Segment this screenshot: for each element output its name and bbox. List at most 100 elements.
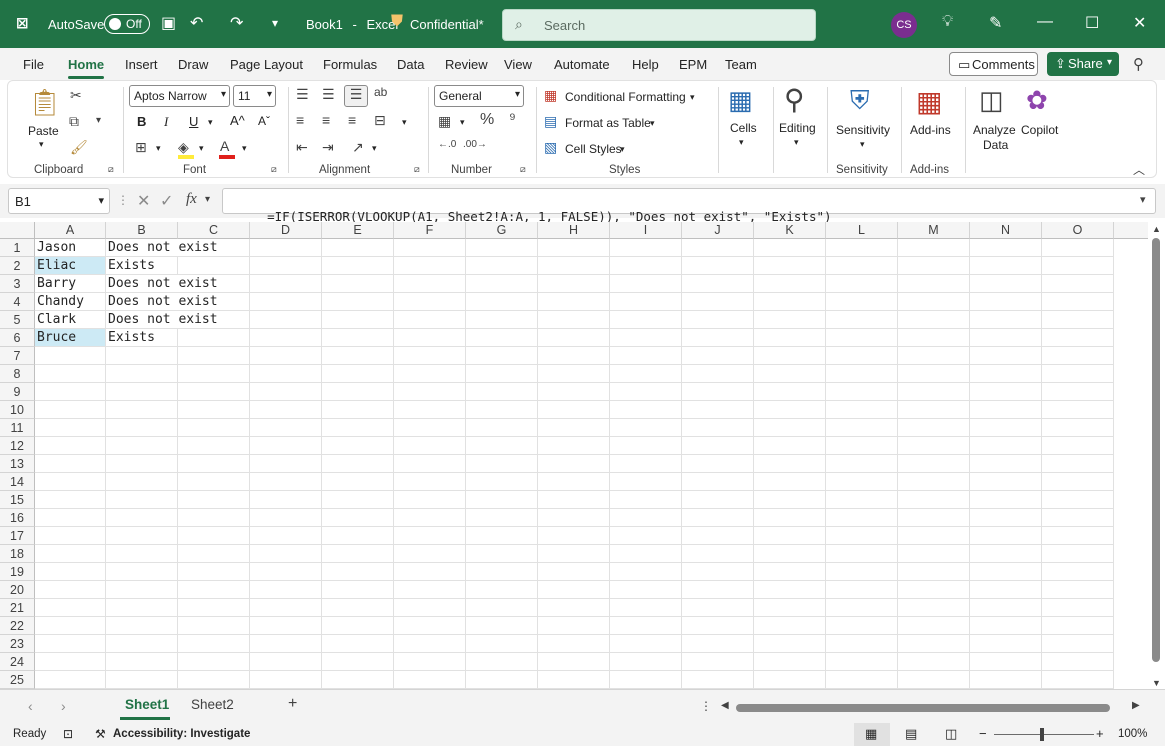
- cell-b14[interactable]: [106, 473, 178, 491]
- format-as-table-icon[interactable]: ▤: [544, 113, 557, 130]
- font-name-select[interactable]: Aptos Narrow ▾: [129, 85, 230, 107]
- tab-epm[interactable]: EPM: [679, 57, 707, 72]
- decrease-font-icon[interactable]: Aˇ: [258, 114, 270, 128]
- cell-o13[interactable]: [1042, 455, 1114, 473]
- cell-l16[interactable]: [826, 509, 898, 527]
- cell-i5[interactable]: [610, 311, 682, 329]
- row-header-11[interactable]: 11: [0, 419, 35, 437]
- row-header-12[interactable]: 12: [0, 437, 35, 455]
- cell-e4[interactable]: [322, 293, 394, 311]
- cell-k13[interactable]: [754, 455, 826, 473]
- cell-h6[interactable]: [538, 329, 610, 347]
- merge-chevron-icon[interactable]: ▾: [402, 117, 407, 128]
- chevron-down-icon[interactable]: ▾: [690, 92, 695, 103]
- cell-g6[interactable]: [466, 329, 538, 347]
- cell-o25[interactable]: [1042, 671, 1114, 689]
- percent-style-icon[interactable]: %: [480, 111, 494, 129]
- cell-i14[interactable]: [610, 473, 682, 491]
- cell-h19[interactable]: [538, 563, 610, 581]
- cell-l3[interactable]: [826, 275, 898, 293]
- cell-k8[interactable]: [754, 365, 826, 383]
- cell-d24[interactable]: [250, 653, 322, 671]
- cell-b9[interactable]: [106, 383, 178, 401]
- cell-f13[interactable]: [394, 455, 466, 473]
- cell-k10[interactable]: [754, 401, 826, 419]
- cells-icon[interactable]: ▦: [728, 85, 753, 116]
- cell-e15[interactable]: [322, 491, 394, 509]
- cell-l14[interactable]: [826, 473, 898, 491]
- cell-n23[interactable]: [970, 635, 1042, 653]
- cell-l7[interactable]: [826, 347, 898, 365]
- cell-d4[interactable]: [250, 293, 322, 311]
- cell-d3[interactable]: [250, 275, 322, 293]
- cell-l21[interactable]: [826, 599, 898, 617]
- cell-g3[interactable]: [466, 275, 538, 293]
- number-launcher-icon[interactable]: ⧄: [520, 164, 526, 175]
- cell-i7[interactable]: [610, 347, 682, 365]
- chevron-down-icon[interactable]: ▾: [620, 144, 625, 155]
- cell-a17[interactable]: [35, 527, 106, 545]
- cell-n11[interactable]: [970, 419, 1042, 437]
- undo-icon[interactable]: ↶: [190, 13, 203, 33]
- cell-g10[interactable]: [466, 401, 538, 419]
- cell-b16[interactable]: [106, 509, 178, 527]
- tab-automate[interactable]: Automate: [554, 57, 610, 72]
- cell-a6[interactable]: Bruce: [35, 329, 106, 347]
- cell-a20[interactable]: [35, 581, 106, 599]
- cell-d21[interactable]: [250, 599, 322, 617]
- column-header-g[interactable]: G: [466, 222, 538, 239]
- column-header-a[interactable]: A: [35, 222, 106, 239]
- row-header-7[interactable]: 7: [0, 347, 35, 365]
- row-header-8[interactable]: 8: [0, 365, 35, 383]
- cell-k21[interactable]: [754, 599, 826, 617]
- cell-c13[interactable]: [178, 455, 250, 473]
- cell-k9[interactable]: [754, 383, 826, 401]
- cell-l22[interactable]: [826, 617, 898, 635]
- cell-m8[interactable]: [898, 365, 970, 383]
- add-ins-icon[interactable]: ▦: [916, 85, 942, 118]
- cell-d15[interactable]: [250, 491, 322, 509]
- cell-f12[interactable]: [394, 437, 466, 455]
- cell-o3[interactable]: [1042, 275, 1114, 293]
- cell-c15[interactable]: [178, 491, 250, 509]
- cell-d22[interactable]: [250, 617, 322, 635]
- wrap-text-icon[interactable]: ab: [374, 85, 387, 99]
- cell-n22[interactable]: [970, 617, 1042, 635]
- cell-g23[interactable]: [466, 635, 538, 653]
- cell-e8[interactable]: [322, 365, 394, 383]
- cell-h24[interactable]: [538, 653, 610, 671]
- cell-e23[interactable]: [322, 635, 394, 653]
- cell-h3[interactable]: [538, 275, 610, 293]
- cell-b4[interactable]: Does not exist: [106, 293, 218, 311]
- cell-j10[interactable]: [682, 401, 754, 419]
- cell-m5[interactable]: [898, 311, 970, 329]
- cell-o20[interactable]: [1042, 581, 1114, 599]
- cell-g17[interactable]: [466, 527, 538, 545]
- cell-c7[interactable]: [178, 347, 250, 365]
- cell-i20[interactable]: [610, 581, 682, 599]
- cell-g13[interactable]: [466, 455, 538, 473]
- chevron-down-icon[interactable]: ▾: [650, 118, 655, 129]
- normal-view-icon[interactable]: ▦: [865, 726, 877, 742]
- cell-k22[interactable]: [754, 617, 826, 635]
- cell-d17[interactable]: [250, 527, 322, 545]
- cell-e17[interactable]: [322, 527, 394, 545]
- cell-k4[interactable]: [754, 293, 826, 311]
- cell-a21[interactable]: [35, 599, 106, 617]
- cell-j18[interactable]: [682, 545, 754, 563]
- sheet-tab-sheet1[interactable]: Sheet1: [125, 697, 169, 712]
- cell-i8[interactable]: [610, 365, 682, 383]
- cells-button[interactable]: Cells: [730, 121, 757, 135]
- cell-b17[interactable]: [106, 527, 178, 545]
- align-top-icon[interactable]: ☰: [296, 86, 309, 103]
- cell-l17[interactable]: [826, 527, 898, 545]
- cell-c8[interactable]: [178, 365, 250, 383]
- cell-e21[interactable]: [322, 599, 394, 617]
- borders-icon[interactable]: ⊞: [135, 139, 147, 156]
- cell-g4[interactable]: [466, 293, 538, 311]
- spreadsheet-grid[interactable]: ABCDEFGHIJKLMNO 1 2 3 4 5 6 7 8 9 10 11 12 13 14 15 16 1…: [0, 222, 1148, 689]
- cell-n19[interactable]: [970, 563, 1042, 581]
- cell-i19[interactable]: [610, 563, 682, 581]
- cell-e3[interactable]: [322, 275, 394, 293]
- cell-h2[interactable]: [538, 257, 610, 275]
